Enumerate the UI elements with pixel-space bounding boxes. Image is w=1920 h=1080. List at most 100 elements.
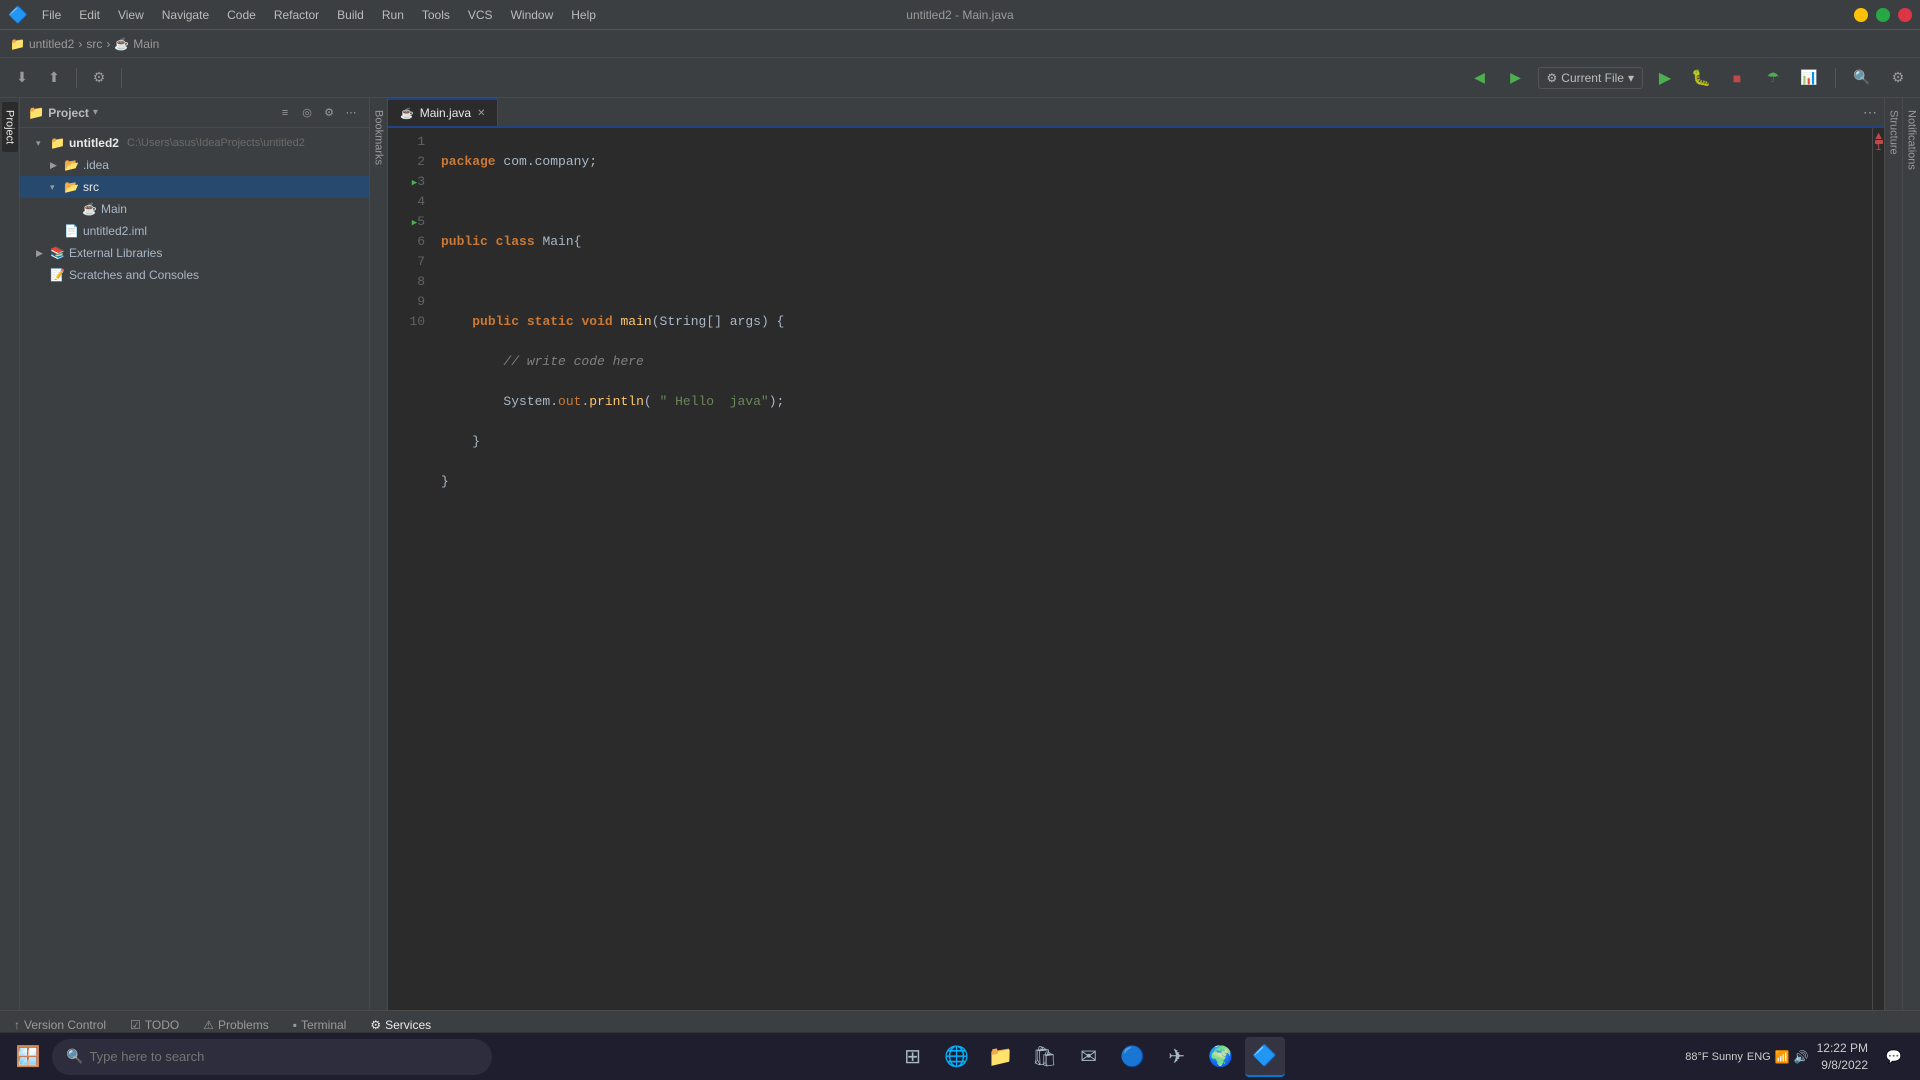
code-line-1: package com.company; bbox=[441, 152, 1864, 172]
tree-idea[interactable]: ▶ 📂 .idea bbox=[20, 154, 369, 176]
coverage-button[interactable]: ☂ bbox=[1759, 64, 1787, 92]
editor-tab-main[interactable]: ☕ Main.java ✕ bbox=[388, 98, 498, 126]
taskbar-search-icon: 🔍 bbox=[66, 1048, 83, 1065]
debug-button[interactable]: 🐛 bbox=[1687, 64, 1715, 92]
mail-button[interactable]: ✉ bbox=[1069, 1037, 1109, 1077]
taskbar-clock[interactable]: 12:22 PM 9/8/2022 bbox=[1817, 1040, 1868, 1074]
problems-label: Problems bbox=[218, 1018, 269, 1032]
todo-label: TODO bbox=[145, 1018, 179, 1032]
structure-label[interactable]: Structure bbox=[1886, 102, 1902, 163]
tab-close-button[interactable]: ✕ bbox=[477, 108, 485, 119]
menu-vcs[interactable]: VCS bbox=[460, 6, 501, 24]
project-dropdown-icon[interactable]: ▾ bbox=[93, 107, 98, 118]
settings-button[interactable]: ⚙ bbox=[85, 64, 113, 92]
notifications-label[interactable]: Notifications bbox=[1904, 102, 1920, 178]
clock-date: 9/8/2022 bbox=[1817, 1057, 1868, 1074]
breadcrumb-part3[interactable]: ☕ bbox=[114, 37, 129, 51]
error-scroll-panel: ▲ 1 bbox=[1872, 128, 1884, 1010]
telegram-button[interactable]: ✈ bbox=[1157, 1037, 1197, 1077]
scratches-icon: 📝 bbox=[50, 268, 65, 282]
chrome-button[interactable]: 🔵 bbox=[1113, 1037, 1153, 1077]
todo-tab[interactable]: ☑ TODO bbox=[124, 1016, 185, 1034]
code-line-4 bbox=[441, 272, 1864, 292]
menu-build[interactable]: Build bbox=[329, 6, 372, 24]
scratches-name: Scratches and Consoles bbox=[69, 268, 199, 282]
services-tab[interactable]: ⚙ Services bbox=[364, 1016, 437, 1034]
src-name: src bbox=[83, 180, 99, 194]
current-file-dropdown[interactable]: ⚙ Current File ▾ bbox=[1538, 67, 1643, 89]
version-control-tab[interactable]: ↑ Version Control bbox=[8, 1016, 112, 1034]
idea-arrow-icon: ▶ bbox=[50, 160, 60, 171]
tree-root[interactable]: ▾ 📁 untitled2 C:\Users\asus\IdeaProjects… bbox=[20, 132, 369, 154]
menu-window[interactable]: Window bbox=[503, 6, 562, 24]
profile-button[interactable]: 📊 bbox=[1795, 64, 1823, 92]
menu-view[interactable]: View bbox=[110, 6, 152, 24]
edge-button[interactable]: 🌐 bbox=[937, 1037, 977, 1077]
maximize-button[interactable]: □ bbox=[1876, 8, 1890, 22]
tree-src[interactable]: ▾ 📂 src bbox=[20, 176, 369, 198]
run-button[interactable]: ▶ bbox=[1651, 64, 1679, 92]
code-line-9: } bbox=[441, 472, 1864, 492]
back-button[interactable]: ◀ bbox=[1466, 64, 1494, 92]
locate-file-button[interactable]: ◎ bbox=[297, 103, 317, 123]
taskbar-search-input[interactable] bbox=[89, 1049, 478, 1064]
toolbar: ⬇ ⬆ ⚙ ◀ ▶ ⚙ Current File ▾ ▶ 🐛 ■ ☂ 📊 🔍 ⚙ bbox=[0, 58, 1920, 98]
taskbar-tray: 88°F Sunny ENG 📶 🔊 bbox=[1685, 1050, 1808, 1064]
task-view-button[interactable]: ⊞ bbox=[893, 1037, 933, 1077]
breadcrumb-part2[interactable]: src bbox=[86, 37, 102, 51]
store-button[interactable]: 🛍 bbox=[1025, 1037, 1065, 1077]
problems-tab[interactable]: ⚠ Problems bbox=[197, 1016, 274, 1034]
terminal-tab[interactable]: ▪ Terminal bbox=[287, 1016, 353, 1034]
menu-edit[interactable]: Edit bbox=[71, 6, 108, 24]
breadcrumb-part4[interactable]: Main bbox=[133, 37, 159, 51]
menu-tools[interactable]: Tools bbox=[414, 6, 458, 24]
taskbar-search-box[interactable]: 🔍 bbox=[52, 1039, 492, 1075]
explorer-button[interactable]: 📁 bbox=[981, 1037, 1021, 1077]
intellij-button[interactable]: 🔷 bbox=[1245, 1037, 1285, 1077]
src-arrow-icon: ▾ bbox=[50, 182, 60, 193]
project-settings-button[interactable]: ⚙ bbox=[319, 103, 339, 123]
ln-10: 10 bbox=[388, 312, 425, 332]
menu-run[interactable]: Run bbox=[374, 6, 412, 24]
collapse-all-button[interactable]: ≡ bbox=[275, 103, 295, 123]
tabs-more-button[interactable]: ⋯ bbox=[1856, 98, 1884, 126]
code-content[interactable]: package com.company; public class Main{ … bbox=[433, 128, 1872, 1010]
git-push-button[interactable]: ⬆ bbox=[40, 64, 68, 92]
vpn-button[interactable]: 🌍 bbox=[1201, 1037, 1241, 1077]
menu-help[interactable]: Help bbox=[563, 6, 604, 24]
notification-center-button[interactable]: 💬 bbox=[1876, 1039, 1912, 1075]
project-more-button[interactable]: ⋯ bbox=[341, 103, 361, 123]
tree-iml[interactable]: 📄 untitled2.iml bbox=[20, 220, 369, 242]
root-arrow-icon: ▾ bbox=[36, 138, 46, 149]
root-folder-icon: 📁 bbox=[50, 136, 65, 150]
start-button[interactable]: 🪟 bbox=[8, 1037, 48, 1077]
git-update-button[interactable]: ⬇ bbox=[8, 64, 36, 92]
menu-code[interactable]: Code bbox=[219, 6, 264, 24]
ln-4: 4 bbox=[388, 192, 425, 212]
window-title: untitled2 - Main.java bbox=[906, 8, 1013, 22]
breadcrumb-project[interactable]: 📁 bbox=[10, 37, 25, 51]
tree-ext-libs[interactable]: ▶ 📚 External Libraries bbox=[20, 242, 369, 264]
project-folder-icon: 📁 bbox=[28, 105, 44, 121]
code-line-6: // write code here bbox=[441, 352, 1864, 372]
project-panel-toggle[interactable]: Project bbox=[2, 102, 18, 152]
code-editor[interactable]: 1 2 ▶3 4 ▶5 6 7 8 9 10 package com.compa… bbox=[388, 128, 1884, 1010]
menu-refactor[interactable]: Refactor bbox=[266, 6, 327, 24]
taskbar-right: 88°F Sunny ENG 📶 🔊 12:22 PM 9/8/2022 💬 bbox=[1685, 1039, 1912, 1075]
minimize-button[interactable]: ─ bbox=[1854, 8, 1868, 22]
tab-name: Main.java bbox=[420, 106, 471, 120]
code-line-8: } bbox=[441, 432, 1864, 452]
left-panel-icons: Project bbox=[0, 98, 20, 1010]
menu-navigate[interactable]: Navigate bbox=[154, 6, 217, 24]
menu-file[interactable]: File bbox=[34, 6, 69, 24]
breadcrumb-part1[interactable]: untitled2 bbox=[29, 37, 74, 51]
ide-settings-button[interactable]: ⚙ bbox=[1884, 64, 1912, 92]
search-everywhere-button[interactable]: 🔍 bbox=[1848, 64, 1876, 92]
tree-main[interactable]: ☕ Main bbox=[20, 198, 369, 220]
close-button[interactable]: ✕ bbox=[1898, 8, 1912, 22]
network-icon: 📶 bbox=[1775, 1050, 1790, 1064]
forward-button[interactable]: ▶ bbox=[1502, 64, 1530, 92]
bookmarks-label[interactable]: Bookmarks bbox=[371, 102, 387, 173]
stop-button[interactable]: ■ bbox=[1723, 64, 1751, 92]
tree-scratches[interactable]: 📝 Scratches and Consoles bbox=[20, 264, 369, 286]
